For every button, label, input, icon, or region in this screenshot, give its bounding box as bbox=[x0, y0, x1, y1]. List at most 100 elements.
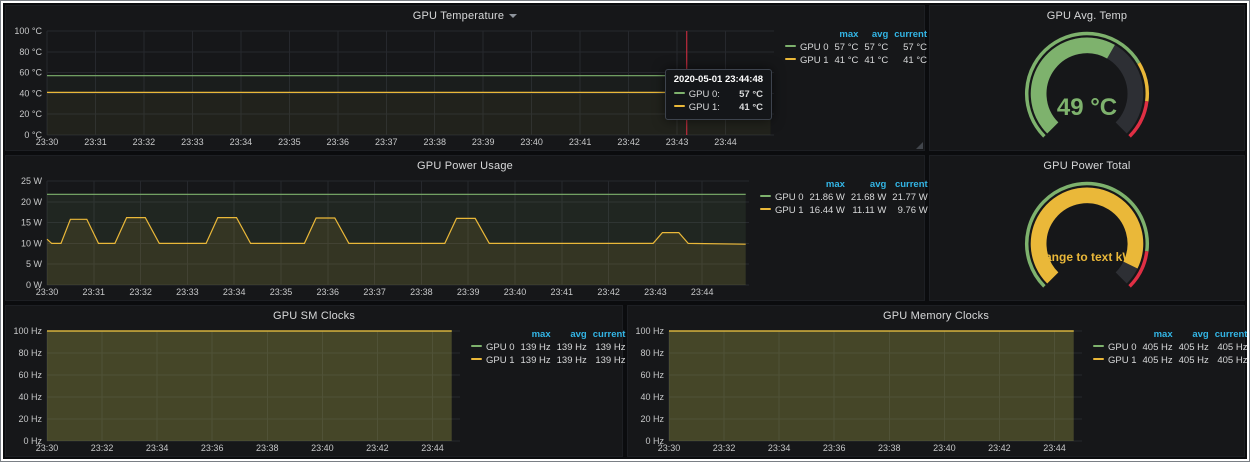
gpu-avg-temp-gauge bbox=[938, 26, 1236, 147]
panel-header-gpu-power-total[interactable]: GPU Power Total bbox=[930, 156, 1244, 175]
legend-header-avg[interactable]: avg bbox=[1176, 328, 1212, 341]
gpu-power-usage-chart[interactable]: 0 W5 W10 W15 W20 W25 W23:3023:3123:3223:… bbox=[10, 175, 757, 298]
legend-series-name[interactable]: GPU 0 bbox=[800, 42, 829, 53]
legend-value: 139 Hz bbox=[518, 354, 554, 367]
svg-text:23:40: 23:40 bbox=[520, 137, 543, 147]
legend-value: 405 Hz bbox=[1212, 341, 1247, 354]
legend-value: 41 °C bbox=[891, 54, 930, 67]
legend-value: 405 Hz bbox=[1176, 354, 1212, 367]
svg-text:60 °C: 60 °C bbox=[19, 68, 42, 78]
svg-text:23:44: 23:44 bbox=[714, 137, 737, 147]
legend-header-current[interactable]: current bbox=[891, 28, 930, 41]
svg-text:80 Hz: 80 Hz bbox=[640, 348, 664, 358]
svg-text:23:42: 23:42 bbox=[597, 287, 620, 297]
panel-header-gpu-sm-clocks[interactable]: GPU SM Clocks bbox=[6, 306, 622, 325]
panel-header-gpu-avg-temp[interactable]: GPU Avg. Temp bbox=[930, 6, 1244, 25]
svg-text:10 W: 10 W bbox=[21, 238, 43, 248]
gpu-memory-clocks-chart-svg[interactable]: 0 Hz20 Hz40 Hz60 Hz80 Hz100 Hz23:3023:32… bbox=[632, 325, 1090, 454]
svg-text:23:38: 23:38 bbox=[878, 443, 901, 453]
legend-header-max[interactable]: max bbox=[807, 178, 848, 191]
legend-value: 405 Hz bbox=[1176, 341, 1212, 354]
gpu-power-usage-body: 0 W5 W10 W15 W20 W25 W23:3023:3123:3223:… bbox=[6, 175, 924, 300]
legend-row: GPU 1139 Hz139 Hz139 Hz bbox=[468, 354, 628, 367]
panel-header-gpu-power-usage[interactable]: GPU Power Usage bbox=[6, 156, 924, 175]
panel-gpu-temperature: GPU Temperature 0 °C20 °C40 °C60 °C80 °C… bbox=[5, 5, 925, 151]
panel-gpu-power-total: GPU Power Total range to text kW bbox=[929, 155, 1245, 301]
series-color-icon bbox=[674, 92, 685, 94]
panel-title-gpu-temperature: GPU Temperature bbox=[413, 10, 504, 22]
svg-text:23:38: 23:38 bbox=[423, 137, 446, 147]
legend-header-max[interactable]: max bbox=[1140, 328, 1176, 341]
svg-text:100 °C: 100 °C bbox=[14, 26, 42, 36]
gpu-power-usage-chart-svg[interactable]: 0 W5 W10 W15 W20 W25 W23:3023:3123:3223:… bbox=[10, 175, 757, 298]
legend-header-current[interactable]: current bbox=[590, 328, 629, 341]
svg-text:23:43: 23:43 bbox=[666, 137, 689, 147]
svg-text:23:40: 23:40 bbox=[311, 443, 334, 453]
legend-value: 405 Hz bbox=[1212, 354, 1247, 367]
legend-header-current[interactable]: current bbox=[1212, 328, 1247, 341]
panel-menu-caret-icon[interactable] bbox=[509, 14, 517, 18]
series-color-icon bbox=[1093, 358, 1104, 360]
dashboard-row-1: GPU Temperature 0 °C20 °C40 °C60 °C80 °C… bbox=[5, 5, 1245, 151]
gpu-sm-clocks-body: 0 Hz20 Hz40 Hz60 Hz80 Hz100 Hz23:3023:32… bbox=[6, 325, 622, 456]
legend-series-name[interactable]: GPU 1 bbox=[800, 55, 829, 66]
svg-text:23:32: 23:32 bbox=[713, 443, 736, 453]
legend-series-name[interactable]: GPU 0 bbox=[775, 192, 804, 203]
series-color-icon bbox=[674, 105, 685, 107]
panel-gpu-power-usage: GPU Power Usage 0 W5 W10 W15 W20 W25 W23… bbox=[5, 155, 925, 301]
legend-value: 405 Hz bbox=[1140, 341, 1176, 354]
svg-text:23:36: 23:36 bbox=[201, 443, 224, 453]
legend-header-max[interactable]: max bbox=[832, 28, 862, 41]
panel-gpu-sm-clocks: GPU SM Clocks 0 Hz20 Hz40 Hz60 Hz80 Hz10… bbox=[5, 305, 623, 457]
svg-text:20 °C: 20 °C bbox=[19, 109, 42, 119]
legend-series-name[interactable]: GPU 1 bbox=[1108, 355, 1137, 366]
legend-series-name[interactable]: GPU 0 bbox=[1108, 342, 1137, 353]
svg-text:23:30: 23:30 bbox=[36, 287, 59, 297]
legend-value: 21.86 W bbox=[807, 191, 848, 204]
legend-row: GPU 0139 Hz139 Hz139 Hz bbox=[468, 341, 628, 354]
tooltip-series-name: GPU 0: bbox=[689, 89, 720, 100]
gpu-temperature-legend: maxavgcurrentGPU 057 °C57 °C57 °CGPU 141… bbox=[782, 25, 920, 148]
tooltip-rows: GPU 0:57 °CGPU 1:41 °C bbox=[674, 88, 763, 114]
tooltip-series-value: 57 °C bbox=[739, 88, 763, 101]
svg-text:23:35: 23:35 bbox=[270, 287, 293, 297]
panel-header-gpu-memory-clocks[interactable]: GPU Memory Clocks bbox=[628, 306, 1244, 325]
series-color-icon bbox=[1093, 345, 1104, 347]
legend-header-current[interactable]: current bbox=[889, 178, 930, 191]
svg-text:23:39: 23:39 bbox=[472, 137, 495, 147]
legend-row: GPU 057 °C57 °C57 °C bbox=[782, 41, 930, 54]
legend-value: 57 °C bbox=[861, 41, 891, 54]
svg-text:23:40: 23:40 bbox=[933, 443, 956, 453]
svg-text:23:30: 23:30 bbox=[36, 443, 59, 453]
legend-series-name[interactable]: GPU 1 bbox=[486, 355, 515, 366]
legend-value: 139 Hz bbox=[554, 341, 590, 354]
svg-text:100 Hz: 100 Hz bbox=[635, 326, 664, 336]
legend-header-avg[interactable]: avg bbox=[848, 178, 889, 191]
legend-row: GPU 141 °C41 °C41 °C bbox=[782, 54, 930, 67]
svg-text:40 °C: 40 °C bbox=[19, 88, 42, 98]
svg-text:23:30: 23:30 bbox=[658, 443, 681, 453]
svg-text:25 W: 25 W bbox=[21, 176, 43, 186]
panel-header-gpu-temperature[interactable]: GPU Temperature bbox=[6, 6, 924, 25]
gpu-sm-clocks-chart-svg[interactable]: 0 Hz20 Hz40 Hz60 Hz80 Hz100 Hz23:3023:32… bbox=[10, 325, 468, 454]
svg-text:23:42: 23:42 bbox=[617, 137, 640, 147]
legend-header-max[interactable]: max bbox=[518, 328, 554, 341]
gpu-memory-clocks-chart[interactable]: 0 Hz20 Hz40 Hz60 Hz80 Hz100 Hz23:3023:32… bbox=[632, 325, 1090, 454]
legend-header-avg[interactable]: avg bbox=[861, 28, 891, 41]
legend-series-name[interactable]: GPU 0 bbox=[486, 342, 515, 353]
gpu-temperature-chart[interactable]: 0 °C20 °C40 °C60 °C80 °C100 °C23:3023:31… bbox=[10, 25, 782, 148]
panel-gpu-avg-temp: GPU Avg. Temp 49 °C bbox=[929, 5, 1245, 151]
svg-text:23:34: 23:34 bbox=[768, 443, 791, 453]
legend-header-avg[interactable]: avg bbox=[554, 328, 590, 341]
legend-row: GPU 1405 Hz405 Hz405 Hz bbox=[1090, 354, 1247, 367]
svg-text:60 Hz: 60 Hz bbox=[18, 370, 42, 380]
svg-text:23:34: 23:34 bbox=[146, 443, 169, 453]
svg-text:23:37: 23:37 bbox=[363, 287, 386, 297]
gpu-sm-clocks-chart[interactable]: 0 Hz20 Hz40 Hz60 Hz80 Hz100 Hz23:3023:32… bbox=[10, 325, 468, 454]
legend-value: 16.44 W bbox=[807, 204, 848, 217]
panel-resize-handle[interactable] bbox=[916, 142, 923, 149]
legend-series-name[interactable]: GPU 1 bbox=[775, 205, 804, 216]
legend-row: GPU 021.86 W21.68 W21.77 W bbox=[757, 191, 931, 204]
series-color-icon bbox=[760, 208, 771, 210]
svg-text:40 Hz: 40 Hz bbox=[18, 392, 42, 402]
